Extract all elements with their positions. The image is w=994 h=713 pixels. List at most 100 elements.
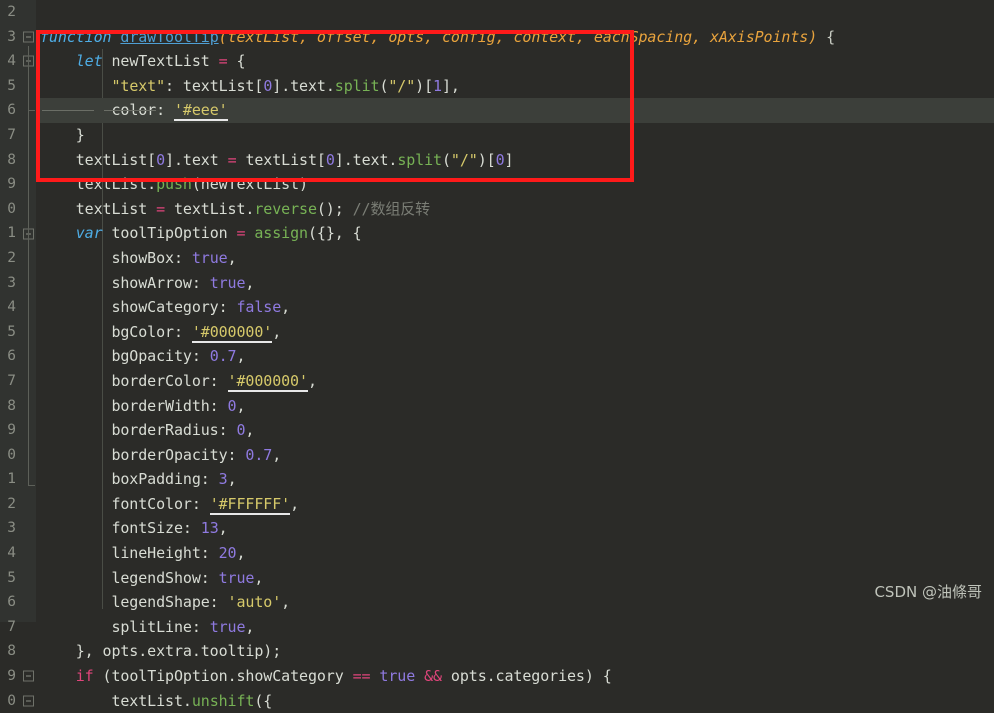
line-number[interactable]: 3 <box>0 25 36 50</box>
line-number[interactable]: 8 <box>0 394 36 419</box>
code-token: '#000000' <box>191 322 273 343</box>
code-token: (); <box>316 199 353 218</box>
code-token: .text. <box>343 150 398 169</box>
code-line[interactable]: bgOpacity: 0.7, <box>36 344 994 369</box>
fold-collapse-icon[interactable] <box>23 31 34 43</box>
line-number[interactable]: 2 <box>0 492 36 517</box>
code-line[interactable]: borderColor: '#000000', <box>36 369 994 394</box>
fold-rail-tick-inner <box>28 110 35 111</box>
line-number[interactable]: 8 <box>0 639 36 664</box>
line-number[interactable]: 8 <box>0 148 36 173</box>
fold-collapse-icon[interactable] <box>23 695 34 707</box>
code-line[interactable]: borderOpacity: 0.7, <box>36 443 994 468</box>
code-line[interactable]: boxPadding: 3, <box>36 467 994 492</box>
line-number[interactable]: 7 <box>0 615 36 640</box>
code-token: , <box>272 445 282 464</box>
code-line[interactable]: borderWidth: 0, <box>36 394 994 419</box>
code-token: false <box>236 298 282 317</box>
code-token: legendShape: <box>40 593 228 612</box>
code-token: true <box>209 273 246 292</box>
line-number[interactable]: 1 <box>0 221 36 246</box>
code-token: split <box>397 150 442 169</box>
line-number[interactable]: 4 <box>0 49 36 74</box>
code-line[interactable]: } <box>36 123 994 148</box>
code-line[interactable]: textList.push(newTextList) <box>36 172 994 197</box>
code-line[interactable]: textList.unshift({ <box>36 689 994 713</box>
fold-rail-outer[interactable] <box>28 46 29 486</box>
code-line[interactable]: fontColor: '#FFFFFF', <box>36 492 994 517</box>
code-line[interactable]: showBox: true, <box>36 246 994 271</box>
fold-collapse-icon[interactable] <box>23 670 34 682</box>
code-line[interactable]: legendShape: 'auto', <box>36 590 994 615</box>
code-editor[interactable]: 23456789012345678901234567890 function d… <box>0 0 994 710</box>
code-token: , <box>236 544 246 563</box>
code-token: 'auto' <box>227 593 282 612</box>
code-content[interactable]: function drawToolTip(textList, offset, o… <box>36 0 994 710</box>
code-line[interactable]: legendShow: true, <box>36 566 994 591</box>
line-number[interactable]: 2 <box>0 246 36 271</box>
code-token: )[ <box>477 150 496 169</box>
code-token: 0 <box>156 150 166 169</box>
code-token: )[ <box>415 76 434 95</box>
code-line[interactable]: if (toolTipOption.showCategory == true &… <box>36 664 994 689</box>
line-number[interactable]: 7 <box>0 123 36 148</box>
code-line[interactable]: color: '#eee' <box>36 98 994 123</box>
code-token: fontColor: <box>40 494 210 513</box>
line-number[interactable]: 4 <box>0 295 36 320</box>
code-line[interactable]: lineHeight: 20, <box>36 541 994 566</box>
line-number[interactable]: 5 <box>0 320 36 345</box>
code-line[interactable]: borderRadius: 0, <box>36 418 994 443</box>
code-line[interactable]: let newTextList = { <box>36 49 994 74</box>
code-line[interactable]: textList[0].text = textList[0].text.spli… <box>36 148 994 173</box>
line-number[interactable]: 4 <box>0 541 36 566</box>
code-line[interactable]: var toolTipOption = assign({}, { <box>36 221 994 246</box>
code-line[interactable]: showCategory: false, <box>36 295 994 320</box>
line-number[interactable]: 9 <box>0 172 36 197</box>
code-line[interactable]: textList = textList.reverse(); //数组反转 <box>36 197 994 222</box>
line-number[interactable]: 7 <box>0 369 36 394</box>
line-number[interactable]: 9 <box>0 664 36 689</box>
line-number[interactable]: 0 <box>0 443 36 468</box>
line-number[interactable]: 9 <box>0 418 36 443</box>
code-token: textList <box>236 150 317 169</box>
code-token: 20 <box>218 544 237 563</box>
line-number[interactable]: 0 <box>0 197 36 222</box>
line-number[interactable]: 0 <box>0 689 36 713</box>
line-number[interactable]: 6 <box>0 590 36 615</box>
code-line[interactable]: function drawToolTip(textList, offset, o… <box>36 25 994 50</box>
line-number[interactable]: 3 <box>0 271 36 296</box>
code-token: = <box>156 199 166 218</box>
code-token: textList <box>40 199 157 218</box>
code-token: bgColor: <box>40 322 192 341</box>
line-number-gutter[interactable]: 23456789012345678901234567890 <box>0 0 36 709</box>
code-line[interactable]: bgColor: '#000000', <box>36 320 994 345</box>
current-line-rule-left <box>42 110 94 111</box>
code-token: '#eee' <box>173 101 228 122</box>
code-token: , <box>227 470 237 489</box>
code-token: textList <box>182 76 255 95</box>
code-line[interactable]: splitLine: true, <box>36 615 994 640</box>
code-token: (newTextList) <box>191 175 308 194</box>
line-number[interactable]: 5 <box>0 74 36 99</box>
code-token: opts <box>388 27 425 46</box>
code-token: == <box>352 667 371 686</box>
line-number[interactable]: 1 <box>0 467 36 492</box>
code-token: ) <box>808 27 818 46</box>
code-line[interactable]: showArrow: true, <box>36 271 994 296</box>
line-number[interactable]: 6 <box>0 344 36 369</box>
code-line[interactable] <box>36 0 994 25</box>
line-number[interactable]: 2 <box>0 0 36 25</box>
code-line[interactable]: fontSize: 13, <box>36 516 994 541</box>
code-line[interactable]: }, opts.extra.tooltip); <box>36 639 994 664</box>
code-token: drawToolTip <box>120 27 219 46</box>
code-token: bgOpacity: <box>40 347 210 366</box>
code-token: { <box>817 27 836 46</box>
line-number[interactable]: 5 <box>0 566 36 591</box>
code-token: ] <box>334 150 344 169</box>
line-number[interactable]: 3 <box>0 516 36 541</box>
code-token: , <box>290 494 300 513</box>
code-line[interactable]: "text": textList[0].text.split("/")[1], <box>36 74 994 99</box>
code-token: , <box>424 27 442 46</box>
